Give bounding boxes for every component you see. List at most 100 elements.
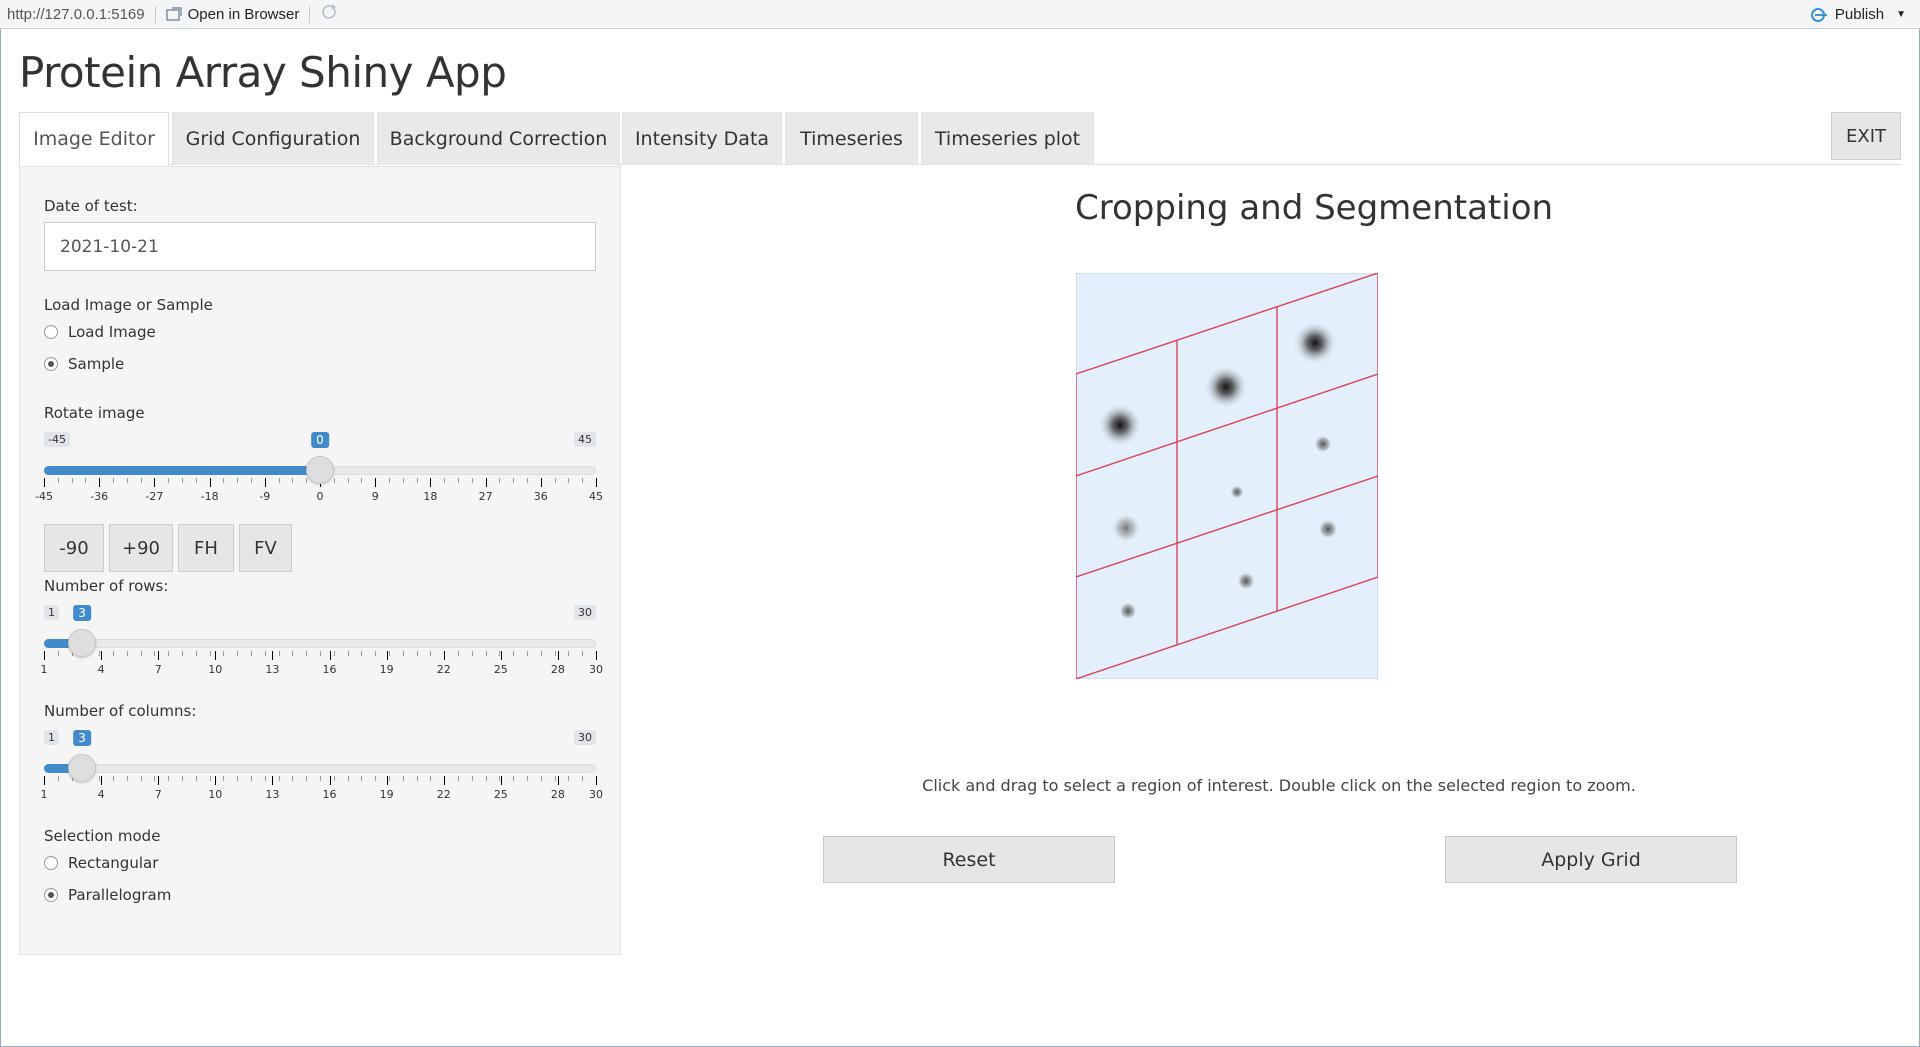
slider-tick-major [264,478,266,487]
slider-tick [154,651,156,656]
protein-array-image[interactable] [1075,272,1379,680]
array-image-canvas[interactable] [1075,272,1379,680]
slider-tick [237,651,239,656]
slider-tick-major [443,651,445,660]
slider-tick [568,651,570,656]
slider-tick [182,478,183,483]
slider-tick [126,478,128,483]
slider-handle[interactable] [306,456,334,484]
open-in-browser-button[interactable]: Open in Browser [166,5,300,23]
slider-tick [416,651,418,656]
flip-horizontal-button[interactable]: FH [178,524,234,572]
slider-tick-label: 7 [154,663,162,676]
slider-value-label: 3 [73,730,91,746]
rotate-minus-90-button[interactable]: -90 [44,524,104,572]
slider-tick-label: 36 [533,490,548,503]
array-spot [1293,321,1337,365]
radio-button[interactable] [44,888,58,902]
tab-timeseries[interactable]: Timeseries [785,112,918,165]
slider-tick [333,651,335,656]
slider-tick-major [44,478,45,487]
array-spot [1318,519,1338,539]
slider-tick [168,651,170,656]
rotate-plus-90-button[interactable]: +90 [109,524,173,572]
slider-tick [333,478,335,483]
slider-handle[interactable] [68,629,97,657]
publish-label: Publish [1834,6,1885,23]
slider-tick-major [596,478,597,487]
slider-min-label: 1 [44,605,59,620]
array-spot [1111,513,1141,543]
slider-tick [251,478,252,483]
slider-track[interactable] [44,764,596,773]
slider-tick-label: 30 [589,663,603,676]
slider-tick-label: 19 [379,663,394,676]
slider-tick [568,478,570,483]
slider-tick [140,651,142,656]
apply-grid-button[interactable]: Apply Grid [1445,836,1737,883]
publish-button[interactable]: Publish ▼ [1810,0,1906,29]
slider-tick-label: 25 [493,663,508,676]
array-spot [1230,485,1244,499]
slider-min-label: -45 [44,432,70,447]
slider-tick-label: 4 [97,663,105,676]
radio-load-image[interactable]: Load Image [44,323,156,341]
rows-label: Number of rows: [44,577,169,595]
slider-tick [195,651,197,656]
radio-label: Parallelogram [68,886,172,904]
slider-tick [278,478,280,483]
viewer-url: http://127.0.0.1:5169 [7,5,145,23]
rotate-slider[interactable]: -45 45 0 -45 -36 -27 -18 -9 0 9 18 27 36 45 [35,432,603,510]
tab-timeseries-plot[interactable]: Timeseries plot [921,112,1094,165]
slider-tick [361,651,363,656]
flip-vertical-button[interactable]: FV [239,524,292,572]
slider-track[interactable] [44,639,596,648]
reset-button[interactable]: Reset [823,836,1115,883]
rows-slider[interactable]: 1 30 3 1 4 7 10 13 16 19 22 25 28 30 [41,605,603,683]
radio-button[interactable] [44,325,58,339]
chevron-down-icon[interactable]: ▼ [1896,9,1906,20]
slider-tick [223,478,225,483]
slider-tick [113,478,114,483]
slider-tick [485,651,487,656]
slider-tick [375,651,377,656]
slider-tick [402,651,404,656]
slider-tick-label: 18 [423,490,438,503]
slider-tick [168,478,170,483]
slider-tick-label: 16 [322,663,337,676]
tab-intensity-data[interactable]: Intensity Data [622,112,782,165]
columns-slider[interactable]: 1 30 3 1 4 7 10 13 16 19 22 25 28 30 [41,730,603,808]
slider-min-label: 1 [44,730,59,745]
date-label: Date of test: [44,197,138,215]
radio-button[interactable] [44,357,58,371]
slider-tick-major [209,478,211,487]
slider-tick-label: 45 [589,490,603,503]
slider-tick [347,478,349,483]
slider-tick [527,651,528,656]
open-in-browser-label: Open in Browser [187,5,300,23]
date-field[interactable]: 2021-10-21 [44,222,596,271]
slider-tick [582,478,584,483]
slider-tick [182,651,183,656]
tab-image-editor[interactable]: Image Editor [19,112,169,166]
slider-tick [389,651,390,656]
radio-rectangular[interactable]: Rectangular [44,854,158,872]
radio-button[interactable] [44,856,58,870]
exit-button[interactable]: EXIT [1831,112,1901,160]
slider-tick [458,478,459,483]
tab-grid-configuration[interactable]: Grid Configuration [172,112,374,165]
radio-sample[interactable]: Sample [44,355,124,373]
slider-tick [306,651,308,656]
slider-value-label: 0 [311,432,329,448]
slider-tick-major [329,651,331,660]
viewer-toolbar: http://127.0.0.1:5169 Open in Browser Pu… [0,0,1920,29]
slider-tick [416,478,418,483]
radio-parallelogram[interactable]: Parallelogram [44,886,171,904]
tab-background-correction[interactable]: Background Correction [377,112,620,165]
slider-tick [513,651,515,656]
slider-tick-major [500,651,502,660]
refresh-icon[interactable] [320,3,338,25]
slider-tick [582,651,584,656]
slider-fill [44,466,320,475]
slider-tick-label: 9 [371,490,379,503]
